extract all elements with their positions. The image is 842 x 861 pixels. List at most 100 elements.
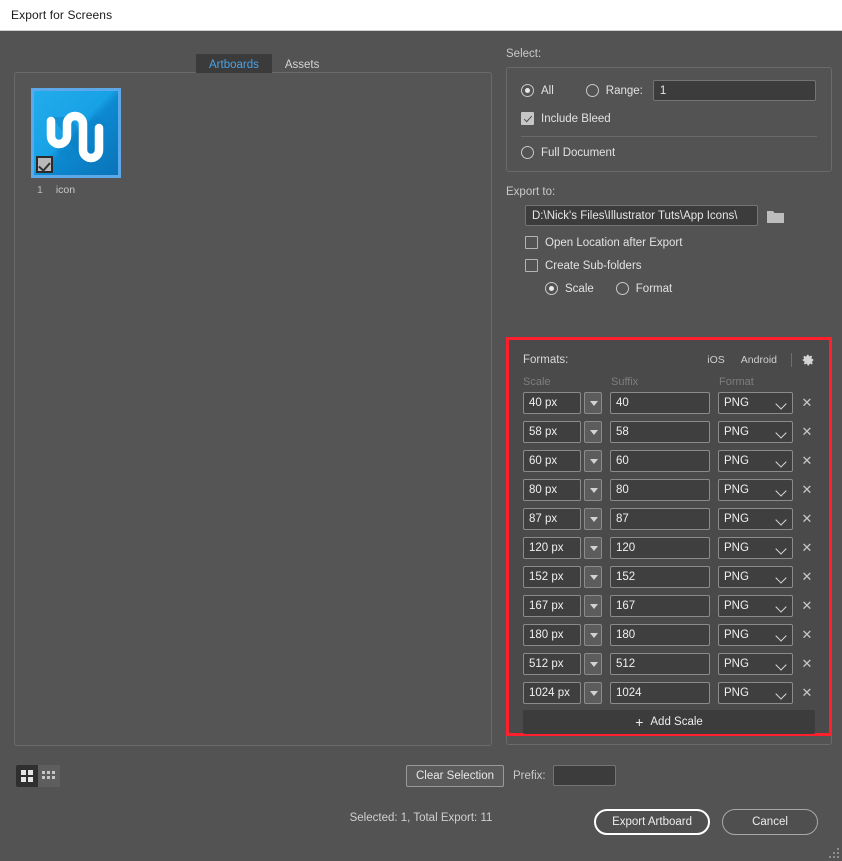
remove-scale-button[interactable]: ✕	[799, 566, 815, 588]
remove-scale-button[interactable]: ✕	[799, 392, 815, 414]
scale-value-input[interactable]	[523, 478, 581, 501]
scale-row: PNG ✕	[523, 623, 815, 646]
format-select[interactable]: PNG	[717, 420, 794, 443]
scale-dropdown-button[interactable]	[584, 536, 602, 559]
right-pane: Select: All Range: Include Bleed Full Do…	[506, 48, 832, 295]
radio-full-document[interactable]	[521, 146, 534, 159]
format-select[interactable]: PNG	[717, 507, 794, 530]
suffix-input[interactable]	[609, 681, 710, 704]
suffix-input[interactable]	[609, 478, 710, 501]
prefix-label: Prefix:	[513, 769, 546, 782]
chevron-down-icon	[775, 600, 787, 613]
format-select-value: PNG	[723, 599, 749, 612]
header-separator	[791, 352, 792, 367]
list-view-button[interactable]	[38, 765, 60, 787]
resize-grip[interactable]	[827, 846, 839, 858]
scale-dropdown-button[interactable]	[584, 449, 602, 472]
scale-value-input[interactable]	[523, 652, 581, 675]
panel-tabs: Artboards Assets	[196, 54, 332, 73]
radio-scale[interactable]	[545, 282, 558, 295]
suffix-input[interactable]	[609, 536, 710, 559]
checkbox-include-bleed[interactable]	[521, 112, 534, 125]
scale-value-input[interactable]	[523, 507, 581, 530]
formats-header: Formats: iOS Android	[523, 350, 815, 369]
format-select[interactable]: PNG	[717, 594, 794, 617]
artboard-item[interactable]: 1 icon	[31, 88, 135, 196]
remove-scale-button[interactable]: ✕	[799, 450, 815, 472]
suffix-input[interactable]	[609, 594, 710, 617]
scale-value-input[interactable]	[523, 594, 581, 617]
cancel-button[interactable]: Cancel	[722, 809, 818, 835]
scale-value-input[interactable]	[523, 681, 581, 704]
checkbox-create-subfolders[interactable]	[525, 259, 538, 272]
format-select[interactable]: PNG	[717, 478, 794, 501]
scale-row: PNG ✕	[523, 652, 815, 675]
artboard-thumbnail[interactable]	[31, 88, 121, 178]
remove-scale-button[interactable]: ✕	[799, 479, 815, 501]
suffix-input[interactable]	[609, 449, 710, 472]
scale-value-input[interactable]	[523, 420, 581, 443]
range-input[interactable]	[652, 80, 816, 101]
scale-value-input[interactable]	[523, 449, 581, 472]
tab-artboards[interactable]: Artboards	[196, 54, 272, 73]
remove-scale-button[interactable]: ✕	[799, 653, 815, 675]
remove-scale-button[interactable]: ✕	[799, 682, 815, 704]
scale-dropdown-button[interactable]	[584, 507, 602, 530]
suffix-input[interactable]	[609, 507, 710, 530]
scale-dropdown-button[interactable]	[584, 681, 602, 704]
scale-dropdown-button[interactable]	[584, 420, 602, 443]
include-bleed-label: Include Bleed	[541, 112, 611, 125]
radio-all[interactable]	[521, 84, 534, 97]
format-select-value: PNG	[723, 541, 749, 554]
window-title: Export for Screens	[11, 8, 113, 22]
scale-row: PNG ✕	[523, 565, 815, 588]
remove-scale-button[interactable]: ✕	[799, 421, 815, 443]
scale-dropdown-button[interactable]	[584, 623, 602, 646]
tab-assets[interactable]: Assets	[272, 54, 333, 73]
checkbox-open-location[interactable]	[525, 236, 538, 249]
scale-value-input[interactable]	[523, 391, 581, 414]
format-select-value: PNG	[723, 686, 749, 699]
scale-dropdown-button[interactable]	[584, 594, 602, 617]
format-select[interactable]: PNG	[717, 681, 794, 704]
chevron-down-icon	[775, 571, 787, 584]
folder-icon[interactable]	[767, 209, 784, 223]
format-select[interactable]: PNG	[717, 652, 794, 675]
scale-value-input[interactable]	[523, 565, 581, 588]
column-header-format: Format	[719, 376, 754, 388]
radio-range[interactable]	[585, 84, 599, 97]
suffix-input[interactable]	[609, 623, 710, 646]
scale-value-input[interactable]	[523, 536, 581, 559]
export-artboard-button[interactable]: Export Artboard	[594, 809, 710, 835]
suffix-input[interactable]	[609, 652, 710, 675]
plus-icon: +	[635, 714, 644, 730]
artboard-checkbox[interactable]	[36, 156, 53, 173]
suffix-input[interactable]	[609, 391, 710, 414]
grid-view-button[interactable]	[16, 765, 38, 787]
scale-dropdown-button[interactable]	[584, 652, 602, 675]
format-select[interactable]: PNG	[717, 536, 794, 559]
suffix-input[interactable]	[609, 565, 710, 588]
remove-scale-button[interactable]: ✕	[799, 624, 815, 646]
prefix-input[interactable]	[552, 765, 616, 786]
format-select[interactable]: PNG	[717, 449, 794, 472]
chevron-down-icon	[775, 455, 787, 468]
format-select[interactable]: PNG	[717, 565, 794, 588]
suffix-input[interactable]	[609, 420, 710, 443]
preset-ios-button[interactable]: iOS	[707, 354, 725, 366]
preset-android-button[interactable]: Android	[741, 354, 777, 366]
scale-dropdown-button[interactable]	[584, 565, 602, 588]
export-path-input[interactable]	[525, 205, 758, 226]
remove-scale-button[interactable]: ✕	[799, 595, 815, 617]
scale-value-input[interactable]	[523, 623, 581, 646]
add-scale-button[interactable]: + Add Scale	[523, 710, 815, 734]
scale-dropdown-button[interactable]	[584, 391, 602, 414]
scale-dropdown-button[interactable]	[584, 478, 602, 501]
clear-selection-button[interactable]: Clear Selection	[406, 765, 504, 787]
format-select[interactable]: PNG	[717, 623, 794, 646]
radio-format[interactable]	[615, 282, 629, 295]
remove-scale-button[interactable]: ✕	[799, 508, 815, 530]
gear-icon[interactable]	[801, 353, 815, 367]
remove-scale-button[interactable]: ✕	[799, 537, 815, 559]
format-select[interactable]: PNG	[717, 391, 794, 414]
